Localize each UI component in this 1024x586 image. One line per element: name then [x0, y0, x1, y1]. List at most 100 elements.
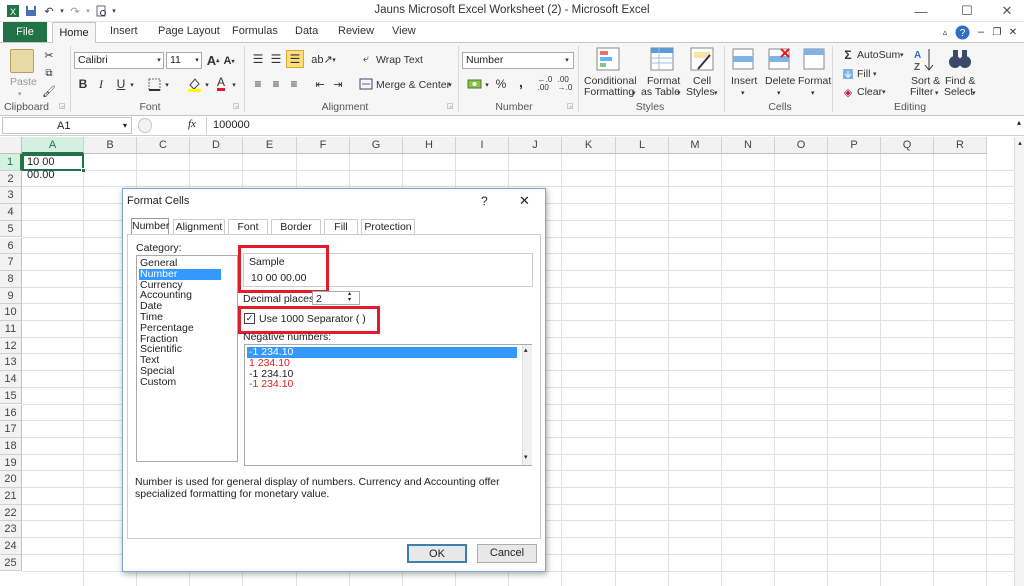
row-header[interactable]: 19	[0, 454, 22, 472]
fill-handle[interactable]	[81, 168, 86, 173]
column-header[interactable]: C	[137, 137, 190, 154]
category-listbox[interactable]: General Number Currency Accounting Date Time P…	[136, 255, 238, 462]
row-header[interactable]: 2	[0, 170, 22, 188]
row-header[interactable]: 25	[0, 554, 22, 572]
name-box-dropdown-icon[interactable]: ▾	[123, 121, 127, 130]
row-header[interactable]: 17	[0, 421, 22, 438]
format-painter-icon[interactable]: 🖌	[42, 84, 56, 98]
tab-insert[interactable]: Insert	[110, 25, 138, 37]
row-header[interactable]: 15	[0, 387, 22, 405]
wrap-text-button[interactable]: Wrap Text	[376, 55, 423, 66]
dialog-tab[interactable]: Fill	[324, 219, 358, 234]
borders-icon[interactable]	[146, 76, 162, 92]
dialog-tab[interactable]: Border	[271, 219, 321, 234]
font-name-dropdown-icon[interactable]: ▾	[155, 54, 163, 66]
clear-eraser-icon[interactable]: ◈	[842, 85, 854, 99]
find-select-binoculars-icon[interactable]	[948, 47, 972, 71]
dialog-tab[interactable]: Alignment	[173, 219, 225, 234]
row-header[interactable]: 10	[0, 304, 22, 321]
insert-cells-dropdown-icon[interactable]: ▾	[741, 88, 745, 99]
paste-label[interactable]: Paste	[10, 77, 37, 88]
align-center-icon[interactable]: ≡	[268, 76, 284, 92]
wrap-text-icon[interactable]: ⤶	[358, 52, 374, 66]
alignment-launcher-icon[interactable]: ◲	[446, 102, 454, 110]
format-as-table-icon[interactable]	[650, 47, 674, 71]
delete-cells-dropdown-icon[interactable]: ▾	[777, 88, 781, 99]
row-header[interactable]: 3	[0, 187, 22, 205]
font-color-icon[interactable]: A	[214, 74, 228, 92]
accounting-format-icon[interactable]	[466, 76, 482, 92]
negative-numbers-listbox[interactable]: -1 234.10 1 234.10 -1 234.10 -1 234.10 ▴ ▾	[244, 344, 532, 466]
tab-page-layout[interactable]: Page Layout	[158, 25, 220, 37]
paste-icon[interactable]	[10, 49, 34, 73]
column-header[interactable]: B	[84, 137, 137, 154]
row-header[interactable]: 8	[0, 270, 22, 288]
ok-button[interactable]: OK	[407, 544, 467, 563]
increase-indent-icon[interactable]: ⇥	[330, 76, 346, 92]
close-window-icon[interactable]: ✕	[990, 0, 1024, 22]
merge-center-icon[interactable]	[358, 77, 374, 91]
insert-cells-button[interactable]: Insert	[731, 76, 757, 87]
insert-function-button[interactable]: fx	[188, 118, 196, 130]
align-bottom-icon[interactable]: ☰	[286, 50, 304, 68]
row-header[interactable]: 6	[0, 237, 22, 255]
column-header[interactable]: A	[22, 137, 84, 154]
align-middle-icon[interactable]: ☰	[268, 51, 284, 67]
orientation-dropdown-icon[interactable]: ▾	[330, 54, 338, 66]
cell-a1[interactable]: 10 00 00.00	[22, 154, 84, 181]
format-as-table-line2[interactable]: as Table	[641, 87, 680, 98]
number-format-combo[interactable]: Number	[462, 52, 574, 69]
doc-minimize-icon[interactable]: –	[974, 25, 988, 39]
row-header[interactable]: 20	[0, 471, 22, 488]
format-as-table-dropdown-icon[interactable]: ▾	[677, 88, 681, 99]
formula-bar-resize-handle[interactable]	[138, 118, 152, 133]
cell-styles-icon[interactable]	[690, 47, 714, 71]
increase-decimal-icon[interactable]: ←.0.00	[536, 76, 554, 92]
borders-dropdown-icon[interactable]: ▾	[163, 79, 171, 91]
column-header[interactable]: I	[456, 137, 509, 154]
font-size-dropdown-icon[interactable]: ▾	[193, 54, 201, 66]
dialog-tab[interactable]: Protection	[361, 219, 415, 234]
negative-number-option[interactable]: -1 234.10	[247, 379, 293, 390]
row-header[interactable]: 9	[0, 287, 22, 305]
decimal-places-input[interactable]: 2 ▴ ▾	[312, 291, 360, 305]
cancel-button[interactable]: Cancel	[477, 544, 537, 563]
autosum-button[interactable]: AutoSum	[857, 50, 900, 61]
minimize-ribbon-icon[interactable]: ▵	[938, 25, 952, 39]
tab-data[interactable]: Data	[295, 25, 318, 37]
column-header[interactable]: Q	[881, 137, 934, 154]
fill-dropdown-icon[interactable]: ▾	[873, 69, 877, 80]
sort-filter-line2[interactable]: Filter	[910, 87, 933, 98]
row-header[interactable]: 1	[0, 154, 22, 171]
sort-filter-icon[interactable]: AZ	[912, 47, 936, 73]
fill-down-icon[interactable]	[842, 67, 854, 81]
help-icon[interactable]: ?	[954, 24, 970, 40]
column-header[interactable]: P	[828, 137, 881, 154]
vertical-scrollbar[interactable]: ▴	[1014, 137, 1024, 586]
row-header[interactable]: 23	[0, 521, 22, 539]
column-header[interactable]: M	[669, 137, 722, 154]
bold-button[interactable]: B	[76, 76, 90, 92]
decimal-places-spinner-icon[interactable]: ▴ ▾	[348, 291, 351, 303]
sort-filter-dropdown-icon[interactable]: ▾	[935, 88, 939, 99]
fill-button[interactable]: Fill	[857, 69, 870, 80]
column-header[interactable]: H	[403, 137, 456, 154]
insert-cells-icon[interactable]	[731, 47, 755, 71]
column-header[interactable]: F	[297, 137, 350, 154]
column-header[interactable]: O	[775, 137, 828, 154]
orientation-icon[interactable]: ab↗	[311, 51, 332, 67]
fill-color-dropdown-icon[interactable]: ▾	[203, 79, 211, 91]
format-cells-button[interactable]: Format	[798, 76, 831, 87]
row-header[interactable]: 24	[0, 538, 22, 555]
column-header[interactable]: L	[616, 137, 669, 154]
decrease-decimal-icon[interactable]: .00 →.0	[556, 76, 574, 92]
scroll-down-icon[interactable]: ▾	[524, 453, 528, 461]
cut-icon[interactable]: ✂	[42, 48, 56, 62]
find-select-dropdown-icon[interactable]: ▾	[972, 88, 976, 99]
font-color-dropdown-icon[interactable]: ▾	[230, 79, 238, 91]
column-header[interactable]: K	[562, 137, 616, 154]
clipboard-launcher-icon[interactable]: ◲	[58, 102, 66, 110]
scroll-up-icon[interactable]: ▴	[524, 346, 528, 354]
row-header[interactable]: 22	[0, 504, 22, 522]
comma-style-button[interactable]: ,	[514, 74, 528, 90]
